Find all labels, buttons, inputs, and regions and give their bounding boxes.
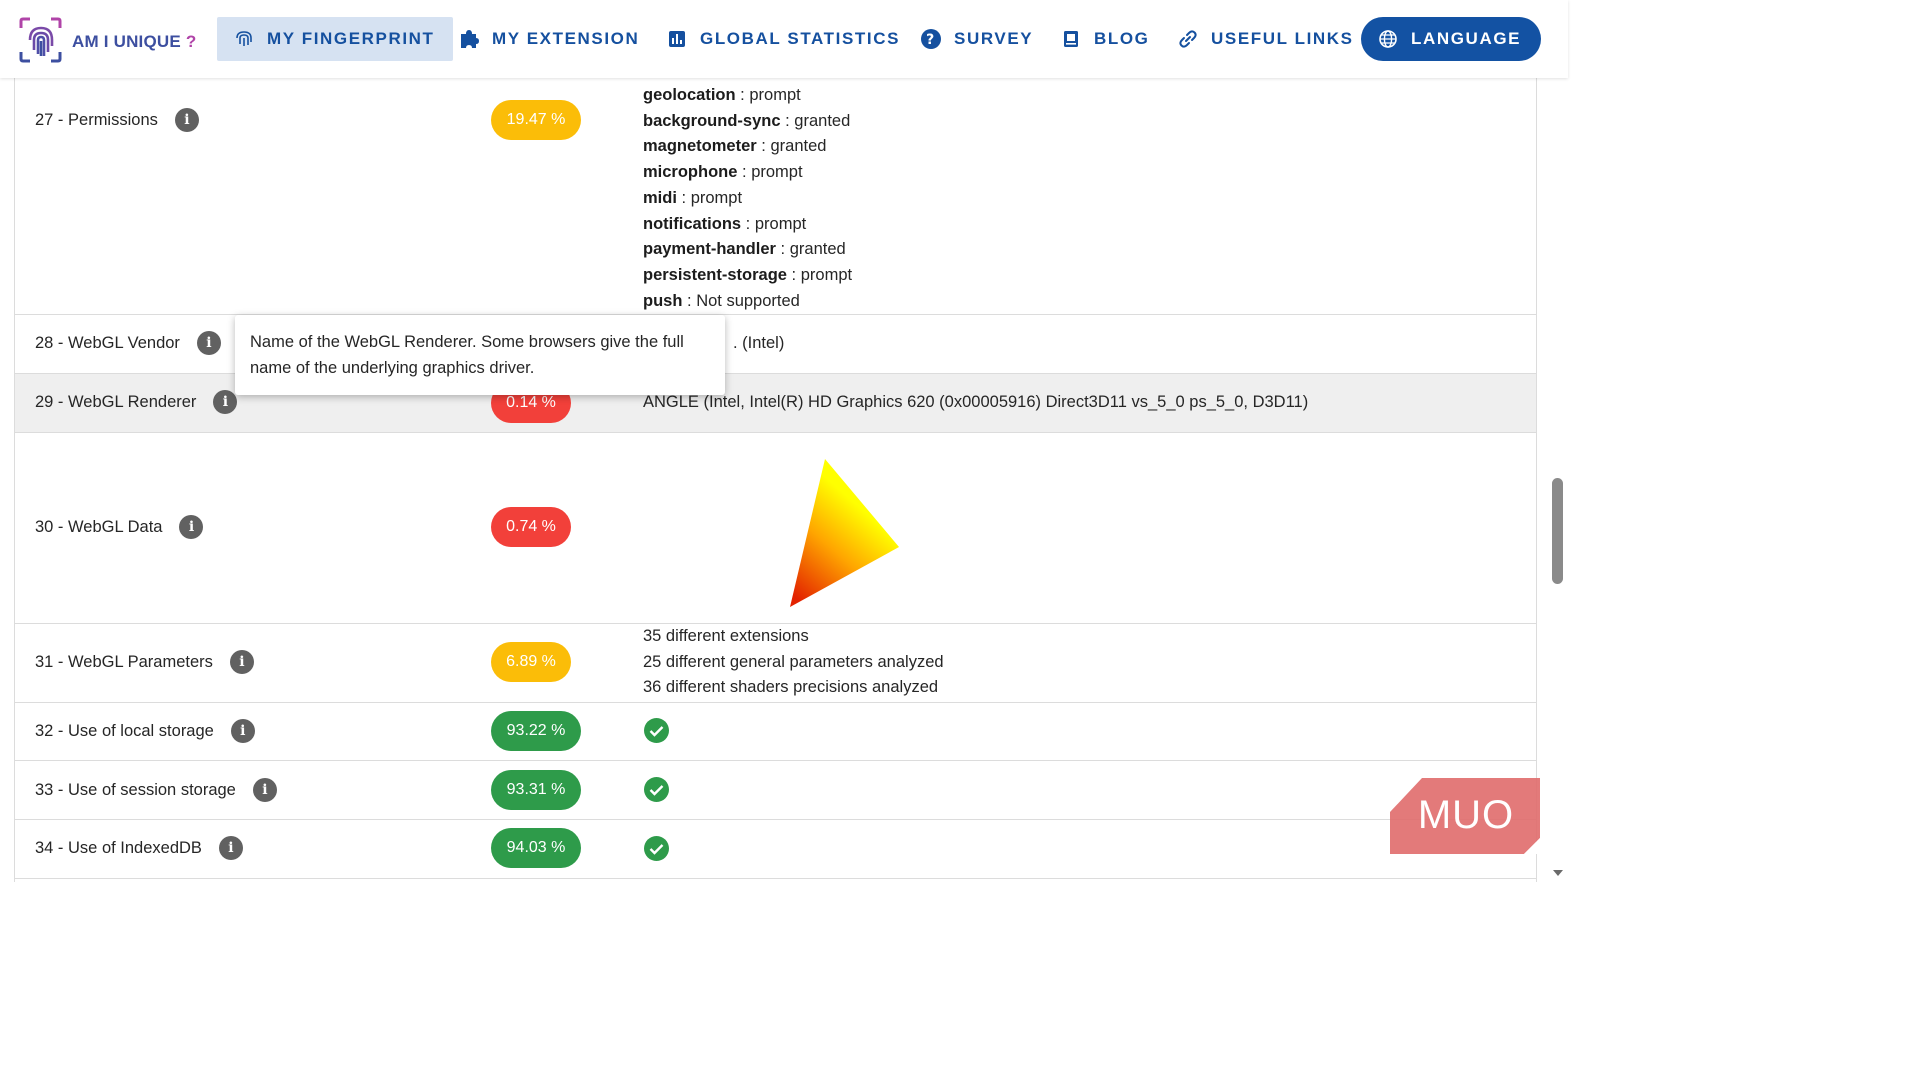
nav-label: SURVEY [954, 29, 1034, 48]
row-label: 27 - Permissions i [35, 108, 199, 132]
row-label: 31 - WebGL Parameters i [35, 650, 254, 674]
nav-label: BLOG [1094, 29, 1150, 48]
link-icon [1177, 28, 1199, 50]
permission-item: midi : prompt [643, 188, 743, 207]
table-row-local-storage: 32 - Use of local storage i 93.22 % [15, 703, 1536, 761]
nav-my-fingerprint[interactable]: MY FINGERPRINT [217, 17, 453, 61]
table-row-webgl-parameters: 31 - WebGL Parameters i 6.89 % 35 differ… [15, 624, 1536, 703]
parameter-line: 35 different extensions [643, 627, 809, 645]
info-icon[interactable]: i [218, 836, 243, 860]
fingerprint-table: 27 - Permissions i 19.47 % geolocation :… [14, 0, 1537, 882]
fingerprint-logo-icon [19, 17, 62, 63]
webgl-renderer-value: ANGLE (Intel, Intel(R) HD Graphics 620 (… [643, 393, 1309, 411]
watermark-text: MUO [1418, 793, 1514, 837]
permission-item: magnetometer : granted [643, 137, 827, 156]
row-label-text: 28 - WebGL Vendor [35, 333, 180, 352]
info-icon[interactable]: i [174, 108, 199, 132]
nav-useful-links[interactable]: USEFUL LINKS [1177, 17, 1354, 61]
scrollbar-thumb[interactable] [1552, 478, 1563, 584]
similarity-badge: 19.47 % [491, 100, 581, 140]
top-navbar: AM I UNIQUE ? MY FINGERPRINT MY EXTENSIO… [0, 0, 1568, 78]
nav-blog[interactable]: BLOG [1060, 17, 1150, 61]
vertical-scrollbar[interactable] [1548, 78, 1568, 882]
similarity-badge: 93.22 % [491, 711, 581, 751]
nav-language-button[interactable]: LANGUAGE [1361, 17, 1542, 61]
row-label: 34 - Use of IndexedDB i [35, 836, 243, 860]
parameter-line: 25 different general parameters analyzed [643, 652, 944, 671]
help-circle-icon: ? [920, 28, 942, 50]
permission-item: notifications : prompt [643, 214, 807, 233]
row-label: 29 - WebGL Renderer i [35, 390, 238, 414]
site-logo[interactable]: AM I UNIQUE ? [18, 16, 208, 66]
table-row-session-storage: 33 - Use of session storage i 93.31 % [15, 761, 1536, 820]
permissions-list: geolocation : prompt background-sync : g… [643, 83, 852, 314]
similarity-badge: 93.31 % [491, 770, 581, 810]
info-icon[interactable]: i [252, 778, 277, 802]
nav-survey[interactable]: ? SURVEY [920, 17, 1033, 61]
info-icon[interactable]: i [196, 331, 221, 355]
nav-label: USEFUL LINKS [1211, 29, 1354, 48]
permission-item: geolocation : prompt [643, 86, 801, 104]
row-label-text: 27 - Permissions [35, 110, 158, 129]
webgl-parameters-list: 35 different extensions 25 different gen… [643, 624, 944, 701]
book-icon [1060, 28, 1082, 50]
fingerprint-icon [233, 28, 255, 50]
nav-label: LANGUAGE [1411, 29, 1522, 48]
bar-chart-icon [666, 28, 688, 50]
similarity-badge: 0.74 % [491, 507, 571, 547]
puzzle-icon [458, 28, 480, 50]
info-icon[interactable]: i [229, 650, 254, 674]
row-label: 28 - WebGL Vendor i [35, 331, 221, 355]
logo-text: AM I UNIQUE ? [72, 32, 197, 51]
globe-icon [1377, 28, 1399, 50]
nav-label: MY FINGERPRINT [267, 29, 435, 48]
similarity-badge: 6.89 % [491, 642, 571, 682]
muo-watermark-logo: MUO [1390, 778, 1540, 854]
svg-text:?: ? [926, 32, 936, 48]
parameter-line: 36 different shaders precisions analyzed [643, 678, 939, 697]
permission-item: payment-handler : granted [643, 240, 846, 259]
similarity-badge: 94.03 % [491, 828, 581, 868]
permission-item: microphone : prompt [643, 163, 803, 182]
nav-my-extension[interactable]: MY EXTENSION [458, 17, 639, 61]
webgl-vendor-value: . (Intel) [733, 334, 785, 352]
info-tooltip: Name of the WebGL Renderer. Some browser… [235, 315, 725, 395]
row-label-text: 30 - WebGL Data [35, 517, 163, 536]
info-icon[interactable]: i [213, 390, 238, 414]
permission-item: background-sync : granted [643, 111, 851, 130]
check-circle-icon [644, 718, 669, 743]
row-label-text: 31 - WebGL Parameters [35, 652, 213, 671]
nav-label: GLOBAL STATISTICS [700, 29, 901, 48]
row-label: 33 - Use of session storage i [35, 778, 277, 802]
table-row-webgl-data: 30 - WebGL Data i 0.74 % [15, 433, 1536, 624]
permission-item: persistent-storage : prompt [643, 265, 853, 284]
check-circle-icon [644, 777, 669, 802]
row-label-text: 33 - Use of session storage [35, 780, 236, 799]
row-label-text: 34 - Use of IndexedDB [35, 838, 202, 857]
table-row-indexeddb: 34 - Use of IndexedDB i 94.03 % [15, 820, 1536, 879]
row-label-text: 32 - Use of local storage [35, 721, 214, 740]
row-label-text: 29 - WebGL Renderer [35, 392, 197, 411]
webgl-triangle-image [790, 459, 899, 607]
nav-global-statistics[interactable]: GLOBAL STATISTICS [666, 17, 900, 61]
permission-item: push : Not supported [643, 291, 800, 310]
row-label: 30 - WebGL Data i [35, 515, 204, 539]
info-icon[interactable]: i [179, 515, 204, 539]
scroll-down-arrow-icon[interactable] [1552, 868, 1564, 878]
info-icon[interactable]: i [230, 719, 255, 743]
row-label: 32 - Use of local storage i [35, 719, 255, 743]
nav-label: MY EXTENSION [492, 29, 640, 48]
check-circle-icon [644, 836, 669, 861]
